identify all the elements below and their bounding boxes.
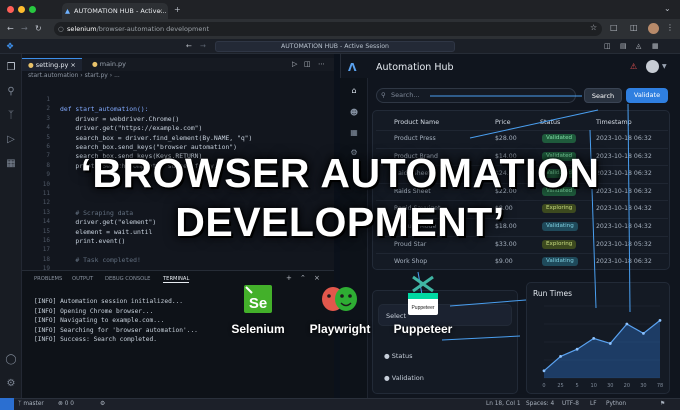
arrow-button-to-table	[469, 109, 599, 139]
tool-label-playwright: Playwright	[309, 322, 371, 336]
selenium-logo-icon: Se	[244, 285, 272, 313]
arrow-puppeteer-to-chart	[449, 299, 527, 307]
tool-label-puppeteer: Puppeteer	[393, 322, 453, 336]
playwright-logo-icon	[322, 287, 357, 311]
svg-text:Puppeteer: Puppeteer	[411, 305, 434, 311]
svg-text:Se: Se	[249, 295, 267, 312]
tool-label-selenium: Selenium	[231, 322, 285, 336]
headline-line-1: ‘BROWSER AUTOMATION	[80, 150, 600, 196]
arrow-card-link	[441, 335, 521, 341]
headline-line-2: DEVELOPMENT’	[175, 199, 505, 245]
puppeteer-logo-icon: Puppeteer	[408, 275, 438, 315]
